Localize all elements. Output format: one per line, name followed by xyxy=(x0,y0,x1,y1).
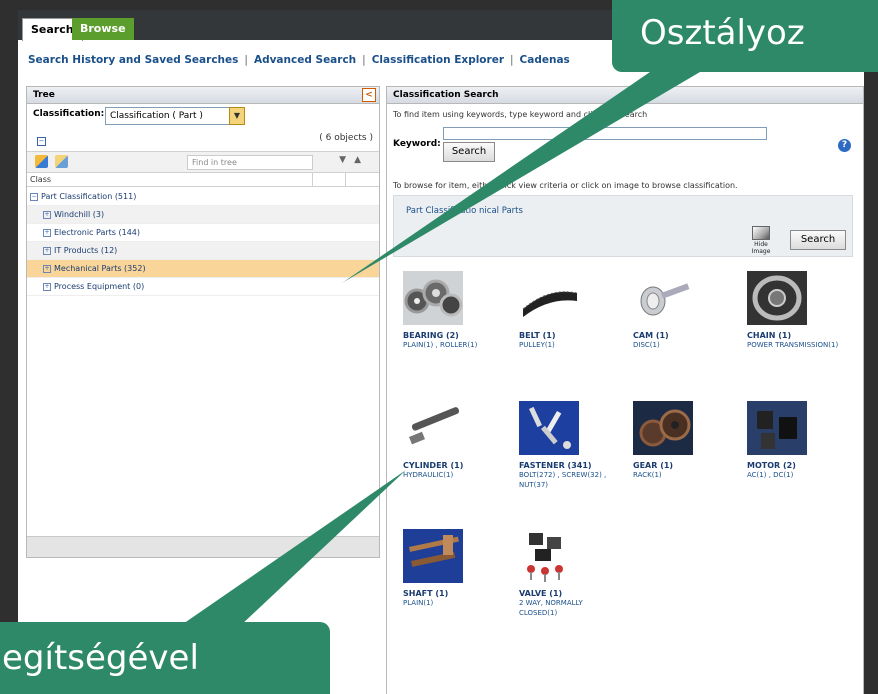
callout-bottom-pointer xyxy=(180,470,406,626)
screen-background: Search Browse Search History and Saved S… xyxy=(0,0,878,694)
callout-pointers xyxy=(180,72,700,626)
callout-top: Osztályoz xyxy=(612,0,878,72)
callout-top-pointer xyxy=(342,72,700,283)
callout-bottom: egítségével xyxy=(0,622,330,694)
